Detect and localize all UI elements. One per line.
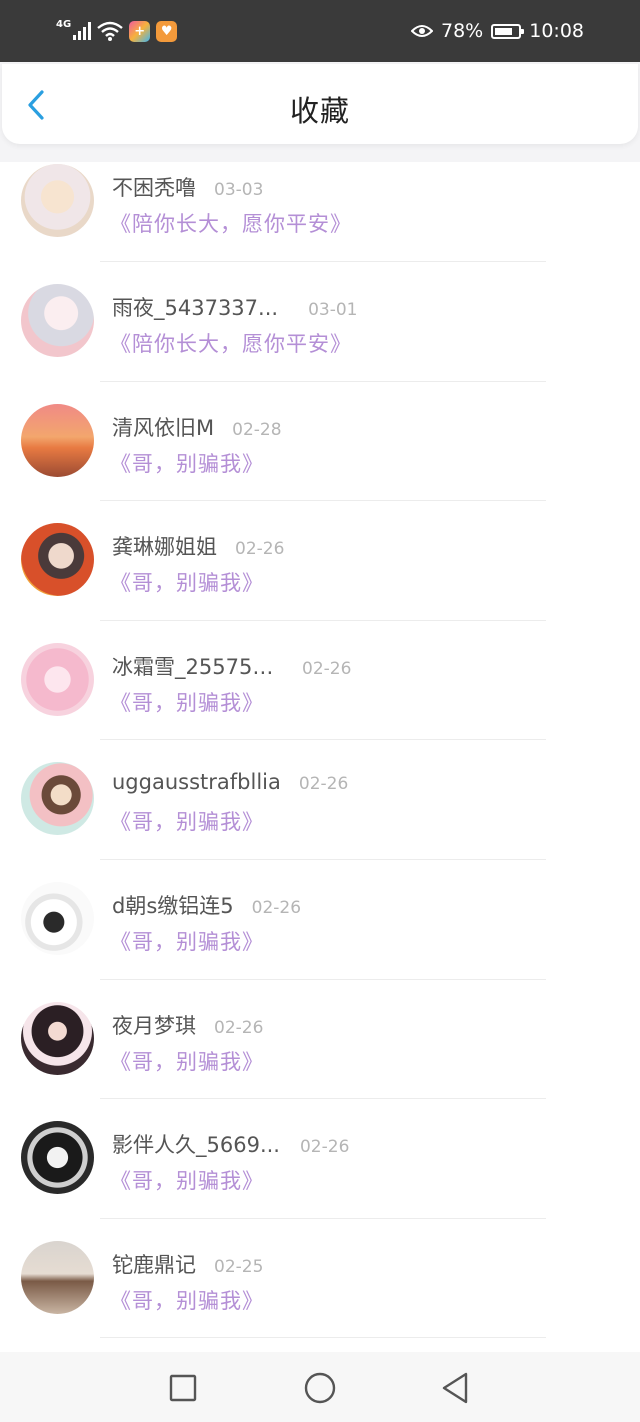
user-name: 龚琳娜姐姐 [112, 535, 217, 560]
app-icon-heart: ♥ [156, 20, 178, 42]
book-title[interactable]: 《哥，别骗我》 [110, 687, 264, 717]
status-right: 78% 10:08 [411, 18, 584, 44]
list-item[interactable]: 夜月梦琪 02-26 《哥，别骗我》 [0, 980, 640, 1100]
home-icon[interactable] [300, 1368, 340, 1408]
item-header: uggausstrafbllia 02-26 [112, 770, 348, 794]
user-name: 铊鹿鼎记 [112, 1252, 196, 1277]
item-header: 雨夜_5437337... 03-01 [112, 292, 357, 322]
user-name: 影伴人久_5669... [112, 1133, 280, 1158]
item-date: 03-03 [214, 180, 264, 200]
avatar[interactable] [21, 642, 94, 716]
item-date: 02-28 [232, 419, 282, 440]
book-title[interactable]: 《哥，别骗我》 [110, 926, 264, 956]
user-name: 清风依旧M [112, 415, 215, 440]
status-bar: 4G + ♥ 78% 10:08 [0, 0, 640, 62]
system-nav-bar [0, 1352, 640, 1422]
item-date: 02-26 [251, 897, 302, 918]
page-title: 收藏 [289, 94, 350, 128]
item-date: 02-26 [214, 1017, 264, 1038]
book-title[interactable]: 《哥，别骗我》 [110, 1285, 264, 1315]
status-left: 4G + ♥ [56, 18, 178, 44]
list-item[interactable]: uggausstrafbllia 02-26 《哥，别骗我》 [0, 740, 640, 860]
item-date: 02-26 [299, 1137, 350, 1158]
back-triangle-icon[interactable] [436, 1368, 476, 1408]
divider [100, 1337, 546, 1339]
list-item[interactable]: 清风依旧M 02-28 《哥，别骗我》 [0, 382, 640, 502]
item-header: 不困秃噜 03-03 [112, 172, 263, 202]
user-name: 夜月梦琪 [112, 1013, 196, 1038]
item-header: 铊鹿鼎记 02-25 [112, 1249, 263, 1279]
item-date: 03-01 [308, 300, 358, 320]
item-header: 影伴人久_5669... 02-26 [112, 1129, 349, 1159]
battery-icon [491, 23, 525, 39]
recent-apps-icon[interactable] [163, 1368, 203, 1408]
avatar[interactable] [21, 762, 94, 836]
avatar[interactable] [21, 523, 94, 597]
book-title[interactable]: 《哥，别骗我》 [110, 1046, 264, 1076]
app-header: 收藏 [2, 64, 638, 144]
book-title[interactable]: 《哥，别骗我》 [110, 567, 264, 597]
list-item[interactable]: 龚琳娜姐姐 02-26 《哥，别骗我》 [0, 501, 640, 621]
item-header: 冰霜雪_255758... 02-26 [112, 651, 351, 681]
book-title[interactable]: 《哥，别骗我》 [110, 448, 264, 478]
avatar[interactable] [21, 1240, 94, 1314]
avatar[interactable] [21, 284, 94, 357]
signal-icon [73, 22, 92, 40]
battery-percent: 78% [441, 20, 484, 42]
book-title[interactable]: 《哥，别骗我》 [110, 806, 264, 836]
favorites-list: 不困秃噜 03-03 《陪你长大，愿你平安》 雨夜_5437337... 03-… [0, 162, 640, 1352]
app-icon-plus: + [129, 20, 151, 42]
item-date: 02-26 [298, 774, 349, 795]
book-title[interactable]: 《陪你长大，愿你平安》 [110, 328, 352, 358]
book-title[interactable]: 《哥，别骗我》 [110, 1165, 264, 1195]
eye-icon [411, 25, 433, 37]
user-name: 不困秃噜 [112, 176, 196, 200]
list-item[interactable]: 冰霜雪_255758... 02-26 《哥，别骗我》 [0, 621, 640, 741]
avatar[interactable] [21, 1001, 94, 1075]
avatar[interactable] [21, 881, 94, 955]
book-title[interactable]: 《陪你长大，愿你平安》 [110, 208, 352, 238]
avatar[interactable] [21, 403, 94, 477]
item-date: 02-26 [235, 539, 285, 560]
user-name: 冰霜雪_255758... [112, 654, 282, 679]
item-header: 夜月梦琪 02-26 [112, 1010, 263, 1040]
avatar[interactable] [21, 164, 94, 237]
user-name: 雨夜_5437337... [112, 296, 279, 320]
wifi-icon [97, 21, 123, 41]
item-header: d朝s缴铝连5 02-26 [112, 890, 301, 920]
list-item[interactable]: 影伴人久_5669... 02-26 《哥，别骗我》 [0, 1099, 640, 1219]
list-item[interactable]: 不困秃噜 03-03 《陪你长大，愿你平安》 [0, 162, 640, 262]
avatar[interactable] [21, 1121, 94, 1195]
item-date: 02-26 [302, 658, 352, 679]
user-name: d朝s缴铝连5 [112, 893, 234, 918]
list-item[interactable]: d朝s缴铝连5 02-26 《哥，别骗我》 [0, 860, 640, 980]
user-name: uggausstrafbllia [112, 770, 281, 795]
item-header: 龚琳娜姐姐 02-26 [112, 531, 284, 561]
clock: 10:08 [529, 20, 584, 42]
item-date: 02-25 [214, 1256, 264, 1277]
list-item[interactable]: 雨夜_5437337... 03-01 《陪你长大，愿你平安》 [0, 262, 640, 382]
item-header: 清风依旧M 02-28 [112, 412, 282, 442]
network-type: 4G [56, 18, 72, 30]
list-item[interactable]: 铊鹿鼎记 02-25 《哥，别骗我》 [0, 1219, 640, 1339]
